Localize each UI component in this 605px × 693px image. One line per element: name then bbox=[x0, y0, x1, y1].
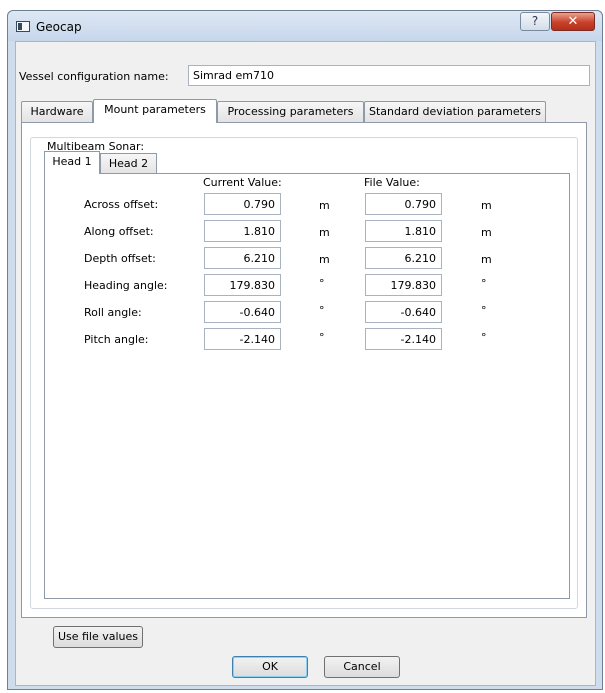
row-label: Pitch angle: bbox=[84, 333, 149, 346]
file-value-field[interactable]: 0.790 bbox=[365, 193, 442, 215]
row-label: Across offset: bbox=[84, 198, 159, 211]
title-bar[interactable]: Geocap ? ✕ bbox=[8, 11, 602, 41]
help-icon: ? bbox=[531, 14, 539, 28]
tab-hardware[interactable]: Hardware bbox=[21, 101, 93, 122]
unit-label: m bbox=[481, 226, 492, 239]
app-window-icon bbox=[16, 21, 30, 32]
vessel-config-input[interactable]: Simrad em710 bbox=[188, 65, 590, 86]
unit-label: ° bbox=[319, 304, 325, 317]
unit-label: ° bbox=[481, 277, 487, 290]
row-across-offset: Across offset: 0.790 m 0.790 m bbox=[45, 193, 569, 217]
tab-head-2[interactable]: Head 2 bbox=[100, 153, 157, 174]
current-value-header: Current Value: bbox=[203, 176, 282, 189]
row-depth-offset: Depth offset: 6.210 m 6.210 m bbox=[45, 247, 569, 271]
file-value-field[interactable]: -2.140 bbox=[365, 328, 442, 350]
current-value-field[interactable]: 0.790 bbox=[204, 193, 281, 215]
window-title: Geocap bbox=[36, 20, 82, 34]
current-value-field[interactable]: 179.830 bbox=[204, 274, 281, 296]
unit-label: m bbox=[319, 199, 330, 212]
row-label: Roll angle: bbox=[84, 306, 142, 319]
unit-label: ° bbox=[481, 331, 487, 344]
current-value-field[interactable]: -2.140 bbox=[204, 328, 281, 350]
use-file-values-button[interactable]: Use file values bbox=[53, 626, 143, 648]
multibeam-sonar-group: Multibeam Sonar: Head 1 Head 2 Current V… bbox=[30, 137, 578, 609]
dialog-window: Geocap ? ✕ Vessel configuration name: Si… bbox=[7, 10, 603, 690]
vessel-config-label: Vessel configuration name: bbox=[19, 70, 169, 83]
tab-processing-parameters[interactable]: Processing parameters bbox=[217, 101, 364, 122]
file-value-field[interactable]: 6.210 bbox=[365, 247, 442, 269]
row-label: Heading angle: bbox=[84, 279, 168, 292]
row-label: Depth offset: bbox=[84, 252, 156, 265]
row-label: Along offset: bbox=[84, 225, 154, 238]
current-value-field[interactable]: -0.640 bbox=[204, 301, 281, 323]
help-button[interactable]: ? bbox=[520, 12, 550, 31]
tab-standard-deviation-parameters[interactable]: Standard deviation parameters bbox=[364, 101, 546, 122]
current-value-field[interactable]: 6.210 bbox=[204, 247, 281, 269]
close-icon: ✕ bbox=[567, 14, 579, 29]
file-value-field[interactable]: -0.640 bbox=[365, 301, 442, 323]
unit-label: m bbox=[319, 253, 330, 266]
unit-label: m bbox=[319, 226, 330, 239]
row-heading-angle: Heading angle: 179.830 ° 179.830 ° bbox=[45, 274, 569, 298]
row-roll-angle: Roll angle: -0.640 ° -0.640 ° bbox=[45, 301, 569, 325]
file-value-header: File Value: bbox=[364, 176, 420, 189]
unit-label: m bbox=[481, 253, 492, 266]
unit-label: ° bbox=[481, 304, 487, 317]
unit-label: ° bbox=[319, 331, 325, 344]
head-1-pane: Current Value: File Value: Across offset… bbox=[44, 173, 570, 599]
mount-parameters-pane: Multibeam Sonar: Head 1 Head 2 Current V… bbox=[21, 122, 587, 618]
file-value-field[interactable]: 1.810 bbox=[365, 220, 442, 242]
row-along-offset: Along offset: 1.810 m 1.810 m bbox=[45, 220, 569, 244]
close-button[interactable]: ✕ bbox=[551, 12, 595, 31]
cancel-button[interactable]: Cancel bbox=[324, 656, 400, 678]
ok-button[interactable]: OK bbox=[232, 656, 308, 678]
unit-label: ° bbox=[319, 277, 325, 290]
row-pitch-angle: Pitch angle: -2.140 ° -2.140 ° bbox=[45, 328, 569, 352]
tab-head-1[interactable]: Head 1 bbox=[44, 151, 100, 174]
unit-label: m bbox=[481, 199, 492, 212]
file-value-field[interactable]: 179.830 bbox=[365, 274, 442, 296]
tab-mount-parameters[interactable]: Mount parameters bbox=[93, 99, 217, 123]
current-value-field[interactable]: 1.810 bbox=[204, 220, 281, 242]
dialog-body: Vessel configuration name: Simrad em710 … bbox=[15, 41, 596, 686]
